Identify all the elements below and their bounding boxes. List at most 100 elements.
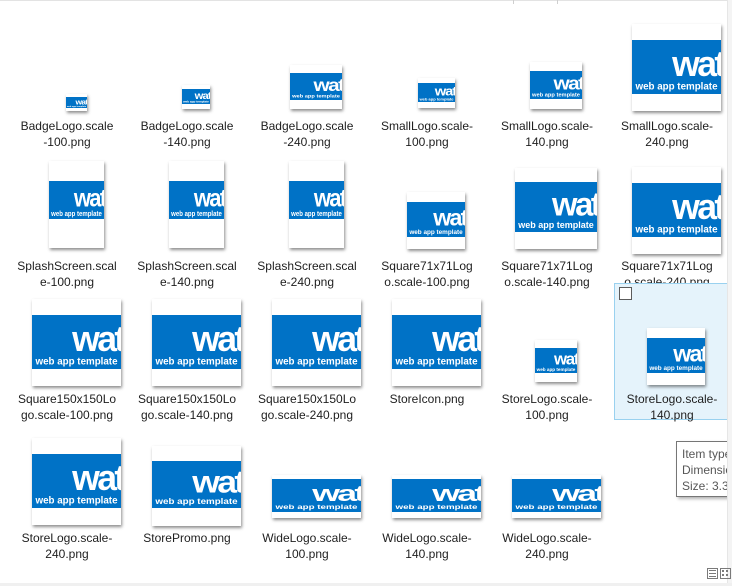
file-thumbnail: wat web app template [631, 24, 721, 111]
file-item[interactable]: wat web app template StoreLogo.scale- 240.p… [10, 432, 124, 561]
logo-band: wat web app template [288, 181, 344, 219]
logo-band: wat web app template [271, 315, 361, 369]
file-thumbnail: wat web app template [151, 299, 241, 386]
logo-wordmark: wat [432, 204, 465, 230]
file-thumbnail: wat web app template [182, 85, 210, 109]
logo-wordmark: wat [431, 319, 481, 359]
file-item[interactable]: wat web app template StoreLogo.scale- 140.p… [614, 283, 730, 422]
logo-tagline: web app template [182, 100, 209, 104]
logo-tagline: web app template [418, 98, 453, 102]
logo-wordmark: wat [433, 85, 454, 99]
details-view-icon[interactable] [707, 568, 718, 579]
file-name: BadgeLogo.scale [140, 119, 234, 133]
file-name-continued: o.scale-100.png [384, 275, 470, 289]
file-name-continued: e-140.png [159, 275, 215, 289]
file-item[interactable]: wat web app template BadgeLogo.scale -100.p… [10, 10, 124, 149]
file-item[interactable]: wat web app template WideLogo.scale- 100.pn… [250, 432, 364, 561]
logo-band: wat web app template [530, 71, 582, 99]
file-item[interactable]: wat web app template SmallLogo.scale- 140.p… [490, 10, 604, 149]
file-name: WideLogo.scale- [262, 531, 352, 545]
logo-wordmark: wat [312, 75, 342, 95]
file-item[interactable]: wat web app template StorePromo.png [130, 432, 244, 560]
logo-band: wat web app template [417, 83, 455, 102]
file-item[interactable]: wat web app template Square150x150Lo go.sca… [10, 292, 124, 422]
file-name-continued: go.scale-140.png [140, 408, 234, 422]
logo-wordmark: wat [191, 465, 241, 500]
file-name: WideLogo.scale- [382, 531, 472, 545]
file-thumbnail: wat web app template [535, 340, 577, 382]
logo-band: wat web app template [391, 315, 481, 369]
file-thumbnail: wat web app template [530, 62, 582, 109]
logo-wordmark: wat [312, 185, 343, 213]
file-name-continued: e-100.png [39, 275, 95, 289]
file-item[interactable]: wat web app template Square71x71Log o.scale… [370, 153, 484, 289]
file-item[interactable]: wat web app template Square71x71Log o.scale… [610, 153, 724, 289]
file-thumbnail: wat web app template [48, 161, 104, 248]
file-name: StoreLogo.scale- [501, 392, 593, 406]
file-name-continued: 240.png [525, 547, 569, 561]
file-name: Square71x71Log [501, 259, 593, 273]
file-item[interactable]: wat web app template SplashScreen.scal e-10… [10, 153, 124, 289]
file-item[interactable]: wat web app template BadgeLogo.scale -240.p… [250, 10, 364, 149]
logo-band: wat web app template [182, 89, 210, 104]
logo-wordmark: wat [72, 185, 103, 213]
file-name: WideLogo.scale- [502, 531, 592, 545]
logo-wordmark: wat [671, 187, 721, 227]
file-thumbnail: wat web app template [290, 65, 342, 109]
file-name: Square150x150Lo [257, 392, 357, 406]
logo-tagline: web app template [648, 365, 703, 372]
file-thumbnail: wat web app template [391, 299, 481, 386]
file-thumbnail: wat web app template [65, 94, 87, 111]
file-item[interactable]: wat web app template WideLogo.scale- 240.pn… [490, 432, 604, 561]
logo-band: wat web app template [511, 479, 601, 512]
logo-tagline: web app template [274, 356, 358, 367]
file-name: SmallLogo.scale- [500, 119, 594, 133]
file-name: StorePromo.png [143, 531, 231, 545]
logo-wordmark: wat [671, 44, 721, 84]
file-name-continued: 240.png [645, 135, 689, 149]
logo-tagline: web app template [154, 356, 238, 367]
file-thumbnail: wat web app template [288, 161, 344, 248]
file-item[interactable]: wat web app template SplashScreen.scal e-24… [250, 153, 364, 289]
logo-band: wat web app template [647, 338, 705, 373]
logo-wordmark: wat [71, 319, 121, 359]
file-item[interactable]: wat web app template SplashScreen.scal e-14… [130, 153, 244, 289]
item-tooltip: Item type Dimensions Size: 3.39 [676, 441, 732, 497]
logo-tagline: web app template [50, 210, 102, 217]
file-item[interactable]: wat web app template Square71x71Log o.scale… [490, 153, 604, 289]
logo-wordmark: wat [311, 319, 361, 359]
file-item[interactable]: wat web app template SmallLogo.scale- 100.p… [370, 10, 484, 149]
selection-checkbox[interactable] [619, 287, 632, 300]
logo-band: wat web app template [391, 479, 481, 512]
file-name: StoreLogo.scale- [21, 531, 113, 545]
logo-tagline: web app template [394, 356, 478, 367]
window-top-edge [0, 0, 732, 4]
file-item[interactable]: wat web app template SmallLogo.scale- 240.p… [610, 10, 724, 149]
file-item[interactable]: wat web app template Square150x150Lo go.sca… [130, 292, 244, 422]
file-item[interactable]: wat web app template WideLogo.scale- 140.pn… [370, 432, 484, 561]
logo-tagline: web app template [634, 81, 718, 92]
vertical-scrollbar[interactable] [727, 0, 732, 586]
file-item[interactable]: wat web app template Square150x150Lo go.sca… [250, 292, 364, 422]
file-item[interactable]: wat web app template BadgeLogo.scale -140.p… [130, 10, 244, 149]
file-name-continued: -240.png [283, 135, 331, 149]
large-icons-view-icon[interactable] [720, 568, 731, 579]
file-name: SplashScreen.scal [137, 259, 237, 273]
file-name-continued: 240.png [45, 547, 89, 561]
logo-wordmark: wat [430, 482, 480, 507]
file-item[interactable]: wat web app template StoreIcon.png [370, 292, 484, 420]
file-name-continued: -140.png [163, 135, 211, 149]
logo-band: wat web app template [65, 97, 87, 108]
file-name-continued: 140.png [525, 135, 569, 149]
file-thumbnail: wat web app template [271, 299, 361, 386]
file-name-continued: 140.png [650, 408, 694, 422]
logo-tagline: web app template [34, 495, 118, 506]
file-thumbnail: wat web app template [631, 167, 721, 254]
file-name: Square150x150Lo [17, 392, 117, 406]
file-thumbnail: wat web app template [168, 161, 224, 248]
file-name-continued: go.scale-240.png [260, 408, 354, 422]
file-item[interactable]: wat web app template StoreLogo.scale- 100.p… [490, 292, 604, 422]
logo-tagline: web app template [394, 504, 478, 511]
file-thumbnail: wat web app template [515, 168, 597, 249]
logo-tagline: web app template [634, 224, 718, 235]
